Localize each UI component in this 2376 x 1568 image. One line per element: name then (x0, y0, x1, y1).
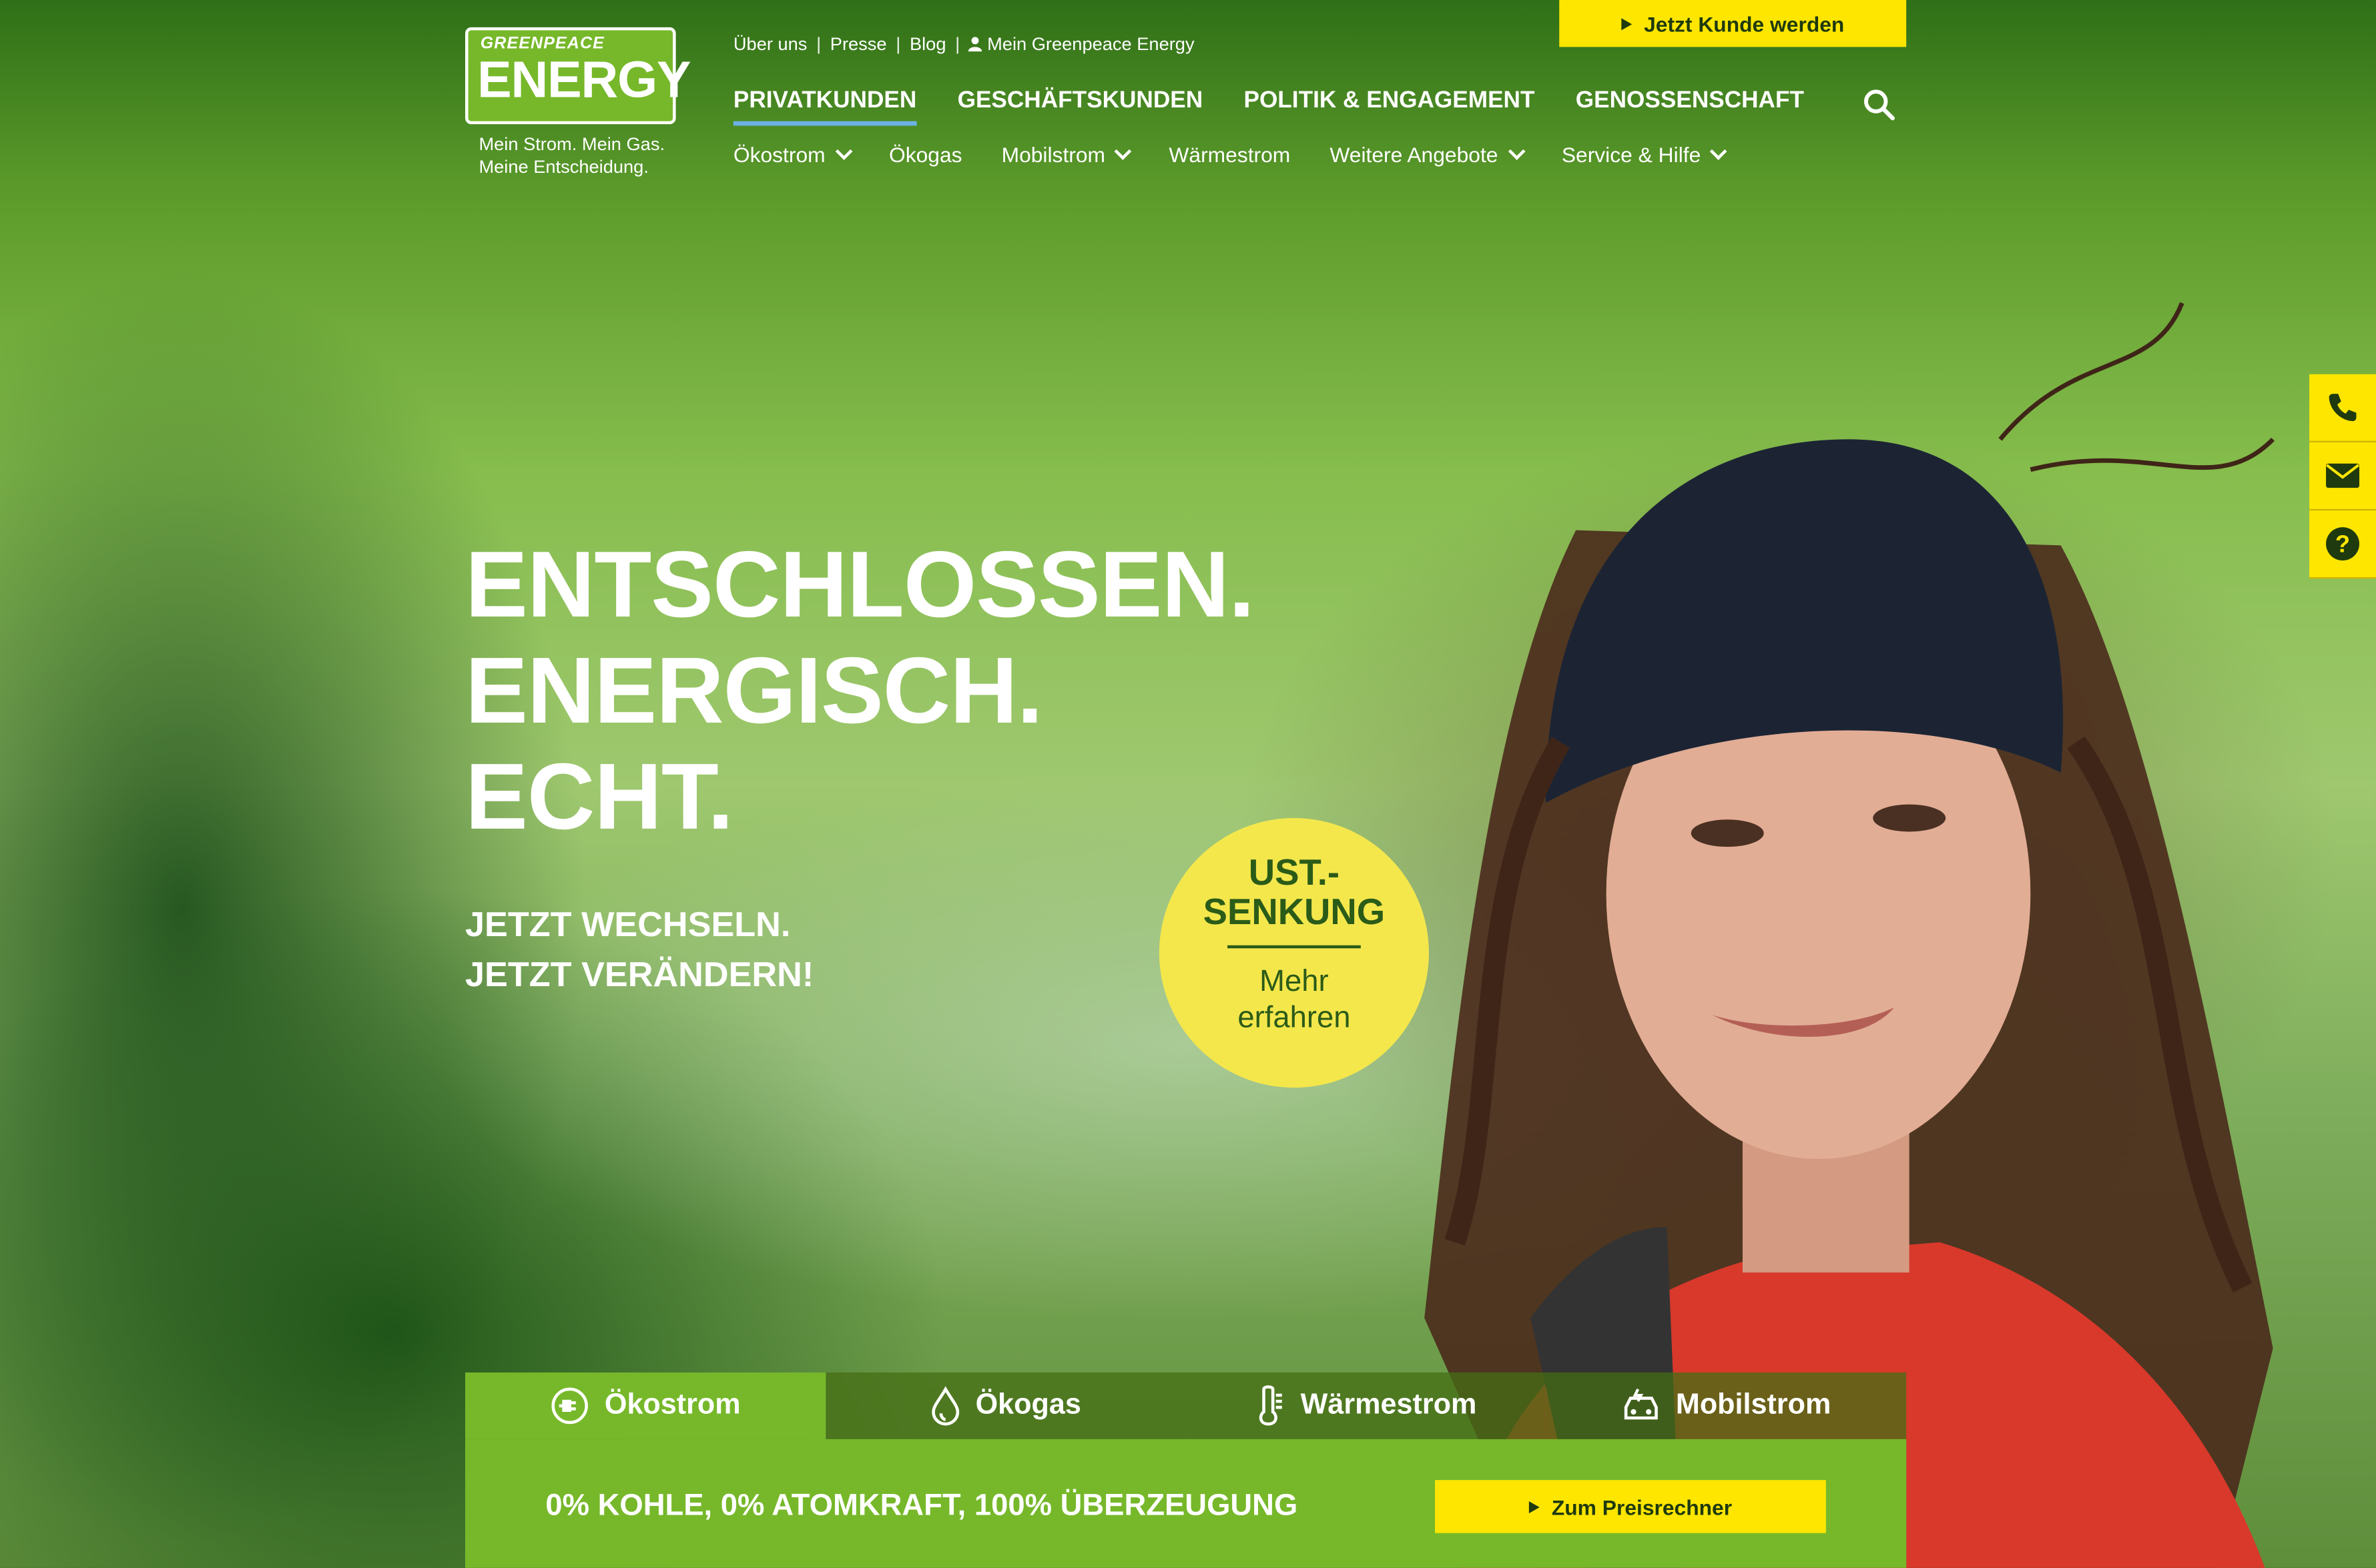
subnav-label: Ökogas (889, 142, 962, 167)
tab-label: Ökostrom (604, 1389, 741, 1421)
logo-tagline: Mein Strom. Mein Gas. Meine Entscheidung… (479, 133, 675, 179)
product-tabs: Ökostrom Ökogas Wärmestrom Mobilstrom (465, 1372, 1907, 1439)
tab-oekostrom[interactable]: Ökostrom (465, 1372, 826, 1439)
sub-navigation: Ökostrom Ökogas Mobilstrom Wärmestrom We… (733, 142, 1728, 167)
play-icon (1621, 17, 1632, 30)
badge-more-line2: erfahren (1237, 1001, 1351, 1035)
chevron-down-icon (1115, 143, 1133, 160)
tagline-line2: Meine Entscheidung. (479, 155, 649, 177)
badge-title: UST.- SENKUNG (1159, 853, 1429, 933)
separator: | (955, 33, 960, 55)
link-account-label: Mein Greenpeace Energy (987, 33, 1195, 55)
subnav-label: Wärmestrom (1169, 142, 1291, 167)
nav-privatkunden[interactable]: PRIVATKUNDEN (733, 88, 917, 126)
play-icon (1528, 1500, 1540, 1513)
top-links: Über uns | Presse | Blog | Mein Greenpea… (733, 33, 1195, 55)
panel-claim: 0% KOHLE, 0% ATOMKRAFT, 100% ÜBERZEUGUNG (545, 1489, 1298, 1523)
subline-2: JETZT VERÄNDERN! (465, 954, 814, 994)
tab-mobilstrom[interactable]: Mobilstrom (1546, 1372, 1907, 1439)
link-press[interactable]: Presse (830, 33, 887, 55)
mail-button[interactable] (2309, 442, 2376, 511)
nav-geschaeftskunden[interactable]: GESCHÄFTSKUNDEN (958, 88, 1203, 126)
nav-genossenschaft[interactable]: GENOSSENSCHAFT (1576, 88, 1804, 126)
hero-photo-woman (1424, 302, 2275, 1568)
main-navigation: PRIVATKUNDEN GESCHÄFTSKUNDEN POLITIK & E… (733, 88, 1804, 126)
help-icon: ? (2326, 527, 2360, 561)
subline-1: JETZT WECHSELN. (465, 904, 791, 944)
phone-icon (2329, 394, 2357, 422)
hero-headline: ENTSCHLOSSEN. ENERGISCH. ECHT. (465, 533, 1255, 851)
hero-subline: JETZT WECHSELN. JETZT VERÄNDERN! (465, 900, 814, 1000)
price-calculator-button[interactable]: Zum Preisrechner (1435, 1480, 1826, 1533)
headline-line3: ECHT. (465, 745, 733, 850)
headline-line2: ENERGISCH. (465, 639, 1043, 744)
search-icon[interactable] (1862, 88, 1895, 121)
chevron-down-icon (1507, 143, 1525, 160)
flame-icon (931, 1386, 959, 1426)
chevron-down-icon (835, 143, 852, 160)
subnav-oekogas[interactable]: Ökogas (889, 142, 962, 166)
user-icon (968, 37, 983, 52)
side-contact-bar: ? (2309, 374, 2376, 579)
tab-label: Mobilstrom (1675, 1389, 1831, 1421)
brand-logo[interactable]: GREENPEACE ENERGY Mein Strom. Mein Gas. … (465, 27, 691, 179)
become-customer-label: Jetzt Kunde werden (1644, 11, 1845, 36)
link-blog[interactable]: Blog (910, 33, 946, 55)
tab-panel-oekostrom: 0% KOHLE, 0% ATOMKRAFT, 100% ÜBERZEUGUNG… (465, 1439, 1907, 1568)
subnav-service-hilfe[interactable]: Service & Hilfe (1561, 142, 1728, 167)
subnav-label: Mobilstrom (1001, 142, 1106, 167)
tagline-line1: Mein Strom. Mein Gas. (479, 133, 665, 155)
plug-icon (551, 1387, 588, 1425)
help-button[interactable]: ? (2309, 510, 2376, 579)
nav-politik-engagement[interactable]: POLITIK & ENGAGEMENT (1243, 88, 1534, 126)
headline-line1: ENTSCHLOSSEN. (465, 533, 1255, 638)
vat-reduction-badge[interactable]: UST.- SENKUNG Mehr erfahren (1159, 818, 1429, 1088)
logo-big-text: ENERGY (477, 51, 691, 109)
subnav-label: Ökostrom (733, 142, 826, 167)
subnav-mobilstrom[interactable]: Mobilstrom (1001, 142, 1133, 167)
logo-small-text: GREENPEACE (480, 35, 605, 53)
tab-waermestrom[interactable]: Wärmestrom (1185, 1372, 1546, 1439)
subnav-label: Weitere Angebote (1329, 142, 1498, 167)
svg-text:?: ? (2335, 530, 2350, 558)
subnav-weitere-angebote[interactable]: Weitere Angebote (1329, 142, 1525, 167)
subnav-oekostrom[interactable]: Ökostrom (733, 142, 852, 167)
separator: | (896, 33, 901, 55)
badge-title-line2: SENKUNG (1203, 892, 1386, 933)
tab-label: Ökogas (975, 1389, 1081, 1421)
become-customer-button[interactable]: Jetzt Kunde werden (1559, 0, 1907, 47)
chevron-down-icon (1710, 143, 1728, 160)
separator: | (816, 33, 822, 55)
tab-label: Wärmestrom (1300, 1389, 1477, 1421)
subnav-label: Service & Hilfe (1561, 142, 1701, 167)
logo-mark: GREENPEACE ENERGY (465, 27, 691, 125)
link-account[interactable]: Mein Greenpeace Energy (968, 33, 1195, 55)
thermometer-icon (1259, 1385, 1283, 1426)
badge-divider (1227, 945, 1361, 949)
tab-oekogas[interactable]: Ökogas (825, 1372, 1186, 1439)
badge-more-link: Mehr erfahren (1159, 963, 1429, 1036)
car-icon (1624, 1389, 1658, 1420)
phone-button[interactable] (2309, 374, 2376, 442)
mail-icon (2325, 463, 2360, 488)
badge-title-line1: UST.- (1248, 853, 1340, 894)
subnav-waermestrom[interactable]: Wärmestrom (1169, 142, 1290, 166)
badge-more-line1: Mehr (1259, 965, 1329, 999)
price-calculator-label: Zum Preisrechner (1551, 1494, 1733, 1519)
link-about[interactable]: Über uns (733, 33, 808, 55)
